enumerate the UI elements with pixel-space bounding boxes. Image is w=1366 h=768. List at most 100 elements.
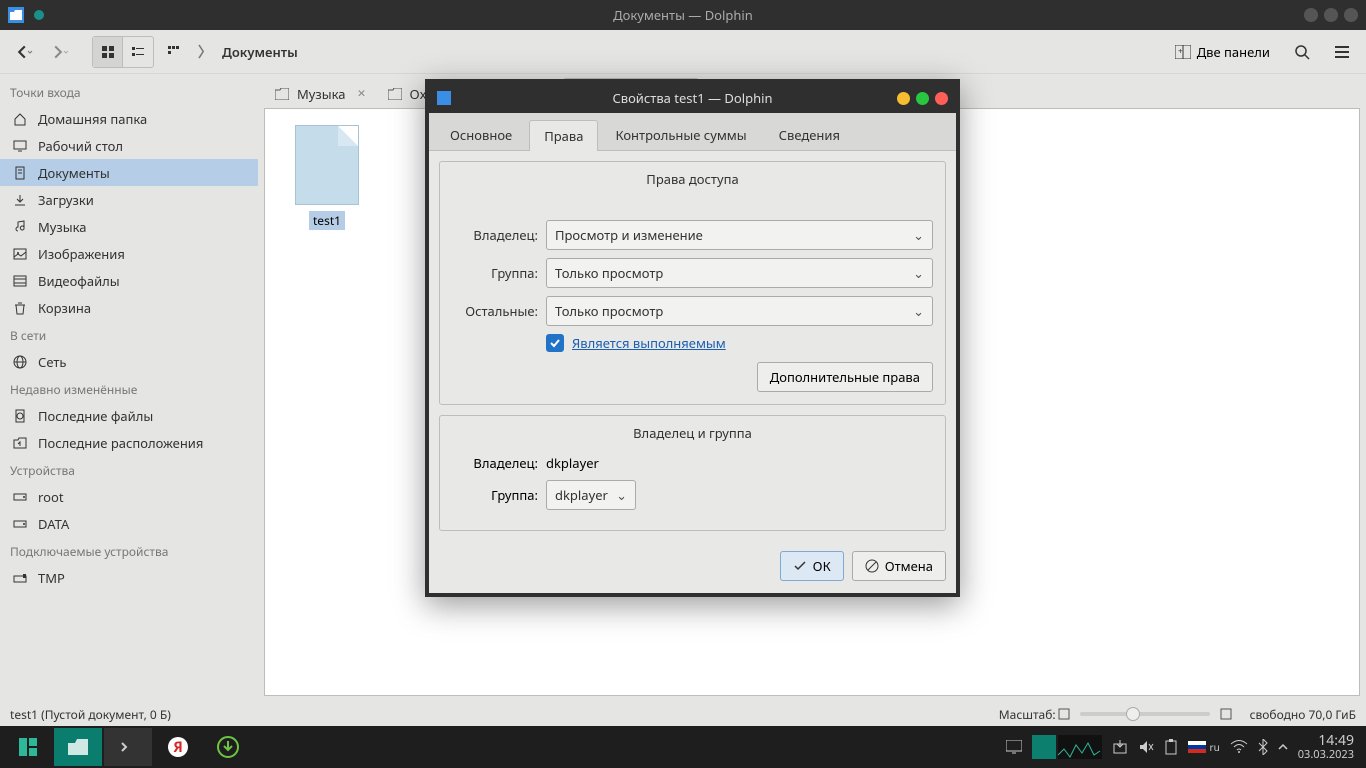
- tab-music[interactable]: Музыка×: [264, 78, 377, 108]
- file-item-test1[interactable]: test1: [291, 125, 363, 230]
- sidebar-item-home[interactable]: Домашняя папка: [0, 105, 258, 132]
- search-button[interactable]: [1286, 36, 1318, 68]
- dolphin-icon: [437, 91, 451, 105]
- tray-desktop-icon[interactable]: [1006, 740, 1022, 754]
- tray-clock[interactable]: 14:49 03.03.2023: [1298, 733, 1354, 762]
- sidebar-item-trash[interactable]: Корзина: [0, 294, 258, 321]
- sidebar-item-network[interactable]: Сеть: [0, 348, 258, 375]
- slider-knob[interactable]: [1126, 707, 1140, 721]
- taskbar-dolphin[interactable]: [54, 728, 102, 766]
- cancel-icon: [865, 559, 879, 573]
- owner-name-label: Владелец:: [452, 454, 538, 472]
- taskbar-terminal[interactable]: [104, 728, 152, 766]
- maximize-button[interactable]: [916, 92, 929, 105]
- minimize-button[interactable]: [897, 92, 910, 105]
- maximize-button[interactable]: [1324, 8, 1338, 22]
- sidebar-item-pictures[interactable]: Изображения: [0, 240, 258, 267]
- sidebar-section-recent: Недавно изменённые: [0, 375, 258, 402]
- close-button[interactable]: [1344, 8, 1358, 22]
- recent-locations-icon: [12, 435, 28, 451]
- back-button[interactable]: [8, 36, 40, 68]
- minimize-button[interactable]: [1304, 8, 1318, 22]
- menu-button[interactable]: [1326, 36, 1358, 68]
- advanced-permissions-button[interactable]: Дополнительные права: [757, 362, 933, 392]
- group-title: Владелец и группа: [452, 424, 933, 442]
- sidebar-item-recent-locations[interactable]: Последние расположения: [0, 429, 258, 456]
- sidebar-item-tmp[interactable]: TMP: [0, 564, 258, 591]
- sidebar-section-network: В сети: [0, 321, 258, 348]
- sidebar-item-root[interactable]: root: [0, 483, 258, 510]
- tray-volume-muted-icon[interactable]: [1138, 739, 1154, 755]
- tray-clipboard-icon[interactable]: [1164, 739, 1178, 755]
- dialog-titlebar[interactable]: Свойства test1 — Dolphin: [429, 83, 956, 113]
- tab-details[interactable]: Сведения: [764, 119, 855, 150]
- sidebar-item-desktop[interactable]: Рабочий стол: [0, 132, 258, 159]
- cancel-button[interactable]: Отмена: [852, 551, 946, 581]
- sidebar-item-recent-files[interactable]: Последние файлы: [0, 402, 258, 429]
- zoom-out-button[interactable]: [1056, 706, 1072, 722]
- executable-checkbox[interactable]: [546, 334, 564, 352]
- video-icon: [12, 273, 28, 289]
- tray-bluetooth-icon[interactable]: [1258, 739, 1268, 755]
- owner-permission-combo[interactable]: Просмотр и изменение⌄: [546, 220, 933, 250]
- tab-permissions[interactable]: Права: [529, 120, 598, 151]
- close-icon[interactable]: ×: [358, 84, 366, 103]
- dialog-tabs: Основное Права Контрольные суммы Сведени…: [429, 113, 956, 151]
- taskbar-downloads[interactable]: [204, 728, 252, 766]
- music-icon: [12, 219, 28, 235]
- details-view-button[interactable]: [158, 36, 190, 68]
- access-permissions-group: Права доступа Владелец: Просмотр и измен…: [439, 161, 946, 405]
- sidebar-item-downloads[interactable]: Загрузки: [0, 186, 258, 213]
- split-panels-button[interactable]: + Две панели: [1167, 39, 1278, 65]
- ownership-group: Владелец и группа Владелец: dkplayer Гру…: [439, 415, 946, 531]
- tray-cpu-graph[interactable]: [1032, 735, 1102, 759]
- sidebar-item-data[interactable]: DATA: [0, 510, 258, 537]
- group-permission-combo[interactable]: Только просмотр⌄: [546, 258, 933, 288]
- pin-icon[interactable]: [34, 10, 44, 20]
- forward-button[interactable]: [44, 36, 76, 68]
- statusbar: test1 (Пустой документ, 0 Б) Масштаб: св…: [0, 702, 1366, 726]
- view-mode-group: [92, 36, 154, 68]
- dialog-footer: ОК Отмена: [429, 551, 956, 593]
- recent-files-icon: [12, 408, 28, 424]
- zoom-in-button[interactable]: [1218, 706, 1234, 722]
- trash-icon: [12, 300, 28, 316]
- icon-view-button[interactable]: [93, 37, 123, 67]
- zoom-slider[interactable]: [1080, 712, 1210, 716]
- ok-button[interactable]: ОК: [780, 551, 844, 581]
- executable-label[interactable]: Является выполняемым: [572, 334, 726, 352]
- sidebar-item-documents[interactable]: Документы: [0, 159, 258, 186]
- sidebar: Точки входа Домашняя папка Рабочий стол …: [0, 74, 258, 702]
- sidebar-section-places: Точки входа: [0, 78, 258, 105]
- chevron-down-icon: ⌄: [913, 264, 924, 282]
- tab-checksums[interactable]: Контрольные суммы: [600, 119, 761, 150]
- compact-view-button[interactable]: [123, 37, 153, 67]
- sidebar-item-videos[interactable]: Видеофайлы: [0, 267, 258, 294]
- tray-expand-icon[interactable]: [1278, 743, 1288, 751]
- tray-keyboard-layout[interactable]: ru: [1188, 740, 1219, 754]
- sidebar-section-devices: Устройства: [0, 456, 258, 483]
- svg-text:Я: Я: [173, 738, 183, 757]
- tab-general[interactable]: Основное: [435, 119, 527, 150]
- sidebar-item-music[interactable]: Музыка: [0, 213, 258, 240]
- close-button[interactable]: [935, 92, 948, 105]
- properties-dialog: Свойства test1 — Dolphin Основное Права …: [425, 79, 960, 597]
- taskbar-yandex[interactable]: Я: [154, 728, 202, 766]
- group-name-combo[interactable]: dkplayer⌄: [546, 480, 636, 510]
- breadcrumb[interactable]: 〉 Документы: [194, 42, 1163, 62]
- drive-icon: [12, 516, 28, 532]
- desktop-icon: [12, 138, 28, 154]
- dialog-title: Свойства test1 — Dolphin: [429, 89, 956, 107]
- tray-updates-icon[interactable]: [1112, 739, 1128, 755]
- app-launcher-button[interactable]: [4, 728, 52, 766]
- owner-name-value: dkplayer: [546, 454, 599, 472]
- file-label[interactable]: test1: [309, 211, 345, 230]
- globe-icon: [12, 354, 28, 370]
- window-controls: [1304, 8, 1358, 22]
- breadcrumb-item[interactable]: Документы: [222, 43, 298, 61]
- tray-wifi-icon[interactable]: [1230, 740, 1248, 754]
- drive-icon: [12, 489, 28, 505]
- chevron-right-icon: 〉: [198, 42, 212, 62]
- folder-icon: [275, 88, 289, 100]
- others-permission-combo[interactable]: Только просмотр⌄: [546, 296, 933, 326]
